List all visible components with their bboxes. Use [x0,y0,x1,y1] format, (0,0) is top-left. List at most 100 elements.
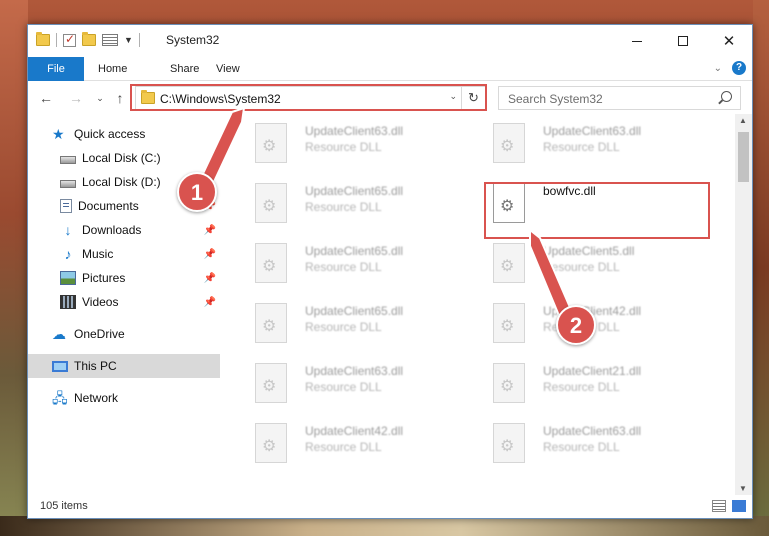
properties-check-icon[interactable] [63,32,76,47]
file-item[interactable]: UpdateClient63.dll Resource DLL [471,418,701,478]
scroll-thumb[interactable] [738,132,749,182]
recent-locations-icon[interactable]: ⌄ [90,88,110,108]
maximize-button[interactable] [660,25,706,57]
file-type: Resource DLL [305,260,382,274]
folder-icon [36,32,50,46]
tab-file[interactable]: File [28,57,84,81]
file-name: UpdateClient65.dll [305,304,404,318]
file-item[interactable]: UpdateClient63.dll Resource DLL [233,118,463,178]
disk-icon [60,179,76,188]
quick-access-toolbar: ▼ [36,32,140,47]
search-placeholder: Search System32 [508,92,603,106]
new-folder-icon[interactable] [82,32,96,46]
divider [56,33,57,47]
file-type: Resource DLL [305,440,382,454]
file-list: UpdateClient63.dll Resource DLL UpdateCl… [223,114,739,495]
disk-icon [60,155,76,164]
help-icon[interactable]: ? [732,61,746,75]
ribbon-controls: ⌄ ? [714,61,746,75]
pin-icon[interactable]: 📌 [204,297,216,308]
pin-icon[interactable]: 📌 [204,249,216,260]
cloud-icon: ☁ [52,326,66,342]
search-input[interactable]: Search System32 [498,86,741,110]
file-type: Resource DLL [305,380,382,394]
minimize-button[interactable] [614,25,660,57]
sidebar-item-label: This PC [74,359,117,373]
file-name: UpdateClient5.dll [543,244,635,258]
file-type: Resource DLL [305,140,382,154]
close-button[interactable]: ✕ [706,25,752,57]
file-item[interactable]: UpdateClient21.dll Resource DLL [471,358,701,418]
sidebar-item-label: Documents [78,199,139,213]
download-icon: ↓ [64,222,72,238]
sidebar-item-label: Pictures [82,271,126,285]
pin-icon[interactable]: 📌 [204,225,216,236]
dll-file-icon [493,243,525,283]
step-1-badge: 1 [177,172,217,212]
large-icons-view-icon[interactable] [732,500,746,512]
expand-ribbon-icon[interactable]: ⌄ [714,63,722,74]
file-name: UpdateClient65.dll [305,184,404,198]
vertical-scrollbar[interactable]: ▲ ▼ [735,114,752,495]
file-name: UpdateClient63.dll [305,124,404,138]
ribbon-tabs: File Home Share View ⌄ ? [28,57,752,81]
title-bar: ▼ System32 ✕ [28,25,752,57]
file-type: Resource DLL [543,380,620,394]
file-item[interactable]: UpdateClient5.dll Resource DLL [471,238,701,298]
customize-icon[interactable] [102,34,118,46]
divider [138,33,140,47]
dll-file-icon [255,183,287,223]
step-2-badge: 2 [556,305,596,345]
sidebar-item-network[interactable]: 🖧 Network [28,386,220,410]
file-type: Resource DLL [305,200,382,214]
file-name: UpdateClient21.dll [543,364,642,378]
file-item[interactable]: UpdateClient65.dll Resource DLL [233,178,463,238]
sidebar-item-label: Local Disk (D:) [82,175,161,189]
tab-home[interactable]: Home [86,57,139,81]
file-item[interactable]: UpdateClient63.dll Resource DLL [471,118,701,178]
sidebar-item-label: Quick access [74,127,146,141]
file-name: UpdateClient63.dll [543,424,642,438]
up-arrow-icon[interactable]: ↑ [110,88,130,108]
item-count: 105 items [40,500,88,512]
sidebar-item-onedrive[interactable]: ☁ OneDrive [28,322,220,346]
forward-arrow-icon[interactable]: → [66,88,86,108]
sidebar-item-videos[interactable]: Videos 📌 [28,290,220,314]
file-type: Resource DLL [543,440,620,454]
scroll-down-icon[interactable]: ▼ [739,484,747,493]
file-name: UpdateClient63.dll [543,124,642,138]
sidebar-item-label: Downloads [82,223,142,237]
file-name: UpdateClient63.dll [305,364,404,378]
maximize-icon [678,36,688,46]
sidebar-item-this-pc[interactable]: This PC [28,354,220,378]
file-item[interactable]: UpdateClient65.dll Resource DLL [233,298,463,358]
music-icon: ♪ [64,246,72,262]
file-type: Resource DLL [543,140,620,154]
pictures-icon [60,271,76,285]
sidebar-item-downloads[interactable]: ↓ Downloads 📌 [28,218,220,242]
pc-icon [52,360,68,372]
minimize-icon [632,40,642,42]
file-type: Resource DLL [543,260,620,274]
dll-file-icon [255,363,287,403]
tab-view[interactable]: View [204,57,252,81]
scroll-up-icon[interactable]: ▲ [739,116,747,125]
file-item[interactable]: UpdateClient65.dll Resource DLL [233,238,463,298]
sidebar-item-quick-access[interactable]: ★ Quick access [28,122,220,146]
sidebar-item-pictures[interactable]: Pictures 📌 [28,266,220,290]
documents-icon [60,199,72,213]
pin-icon[interactable]: 📌 [204,273,216,284]
dll-file-icon [493,123,525,163]
sidebar-item-local-disk-c[interactable]: Local Disk (C:) [28,146,220,170]
dll-file-icon [255,423,287,463]
details-view-icon[interactable] [712,500,726,512]
qat-dropdown-icon[interactable]: ▼ [124,35,133,45]
sidebar-item-label: Local Disk (C:) [82,151,161,165]
network-icon: 🖧 [52,390,68,406]
file-name: UpdateClient65.dll [305,244,404,258]
file-item[interactable]: UpdateClient42.dll Resource DLL [233,418,463,478]
sidebar-item-label: Videos [82,295,119,309]
back-arrow-icon[interactable]: ← [36,88,56,108]
sidebar-item-music[interactable]: ♪ Music 📌 [28,242,220,266]
file-item[interactable]: UpdateClient63.dll Resource DLL [233,358,463,418]
